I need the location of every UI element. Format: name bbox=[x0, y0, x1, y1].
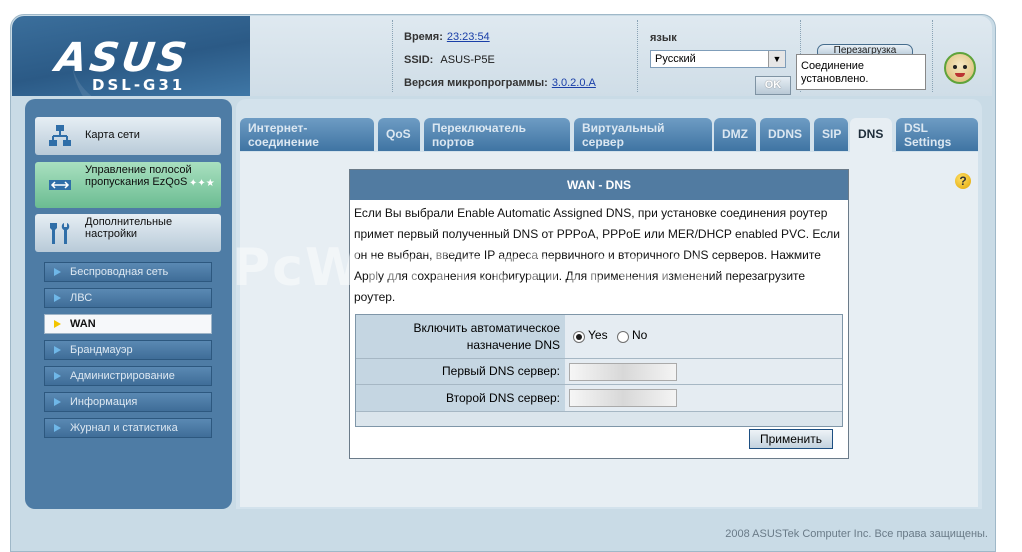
sidebar-item-firewall[interactable]: Брандмауэр bbox=[44, 340, 212, 360]
primary-dns-label: Первый DNS сервер: bbox=[356, 359, 565, 384]
sidebar-item-network-map[interactable]: Карта сети bbox=[35, 117, 221, 155]
header-divider bbox=[392, 20, 394, 92]
tab-internet[interactable]: Интернет-соединение bbox=[240, 118, 374, 151]
tab-dns[interactable]: DNS bbox=[850, 118, 892, 152]
secondary-dns-value bbox=[565, 385, 842, 411]
arrow-right-icon bbox=[54, 398, 61, 406]
sidebar-item-label: Информация bbox=[70, 396, 138, 408]
dialog-title: WAN - DNS bbox=[350, 170, 848, 200]
time-link[interactable]: 23:23:54 bbox=[447, 31, 490, 43]
auto-dns-value: Yes No bbox=[565, 315, 842, 358]
button-row bbox=[356, 412, 842, 426]
wan-dns-dialog: WAN - DNS Если Вы выбрали Enable Automat… bbox=[349, 169, 849, 459]
primary-dns-input[interactable] bbox=[569, 363, 677, 381]
auto-dns-yes-radio[interactable] bbox=[573, 331, 585, 343]
sidebar-item-label: Журнал и статистика bbox=[70, 422, 178, 434]
language-ok-button[interactable]: OK bbox=[755, 76, 791, 95]
tab-label: DSL Settings bbox=[904, 121, 952, 149]
tab-label: SIP bbox=[822, 127, 842, 141]
tab-sip[interactable]: SIP bbox=[814, 118, 848, 151]
tab-label: Виртуальный сервер bbox=[582, 121, 665, 149]
header-divider bbox=[637, 20, 639, 92]
secondary-dns-row: Второй DNS сервер: bbox=[356, 385, 842, 412]
ssid-value: ASUS-P5E bbox=[440, 54, 495, 66]
copyright-footer: 2008 ASUSTek Computer Inc. Все права защ… bbox=[725, 528, 988, 540]
sidebar-item-wireless[interactable]: Беспроводная сеть bbox=[44, 262, 212, 282]
help-icon[interactable]: ? bbox=[955, 173, 971, 189]
stars-icon: ✦✦★ bbox=[189, 178, 215, 189]
tools-icon bbox=[50, 223, 70, 244]
logo-area: ASUS DSL-G31 bbox=[12, 16, 250, 96]
language-select[interactable]: Русский ▼ bbox=[650, 50, 786, 68]
sidebar-item-ezqos[interactable]: Управление полосой пропускания EzQoS ✦✦★ bbox=[35, 162, 221, 208]
yes-label: Yes bbox=[588, 328, 608, 342]
time-info: Время: 23:23:54 bbox=[404, 31, 490, 43]
primary-dns-row: Первый DNS сервер: bbox=[356, 359, 842, 385]
arrow-right-icon bbox=[54, 320, 61, 328]
watermark: PcWinTech.com bbox=[232, 238, 712, 298]
language-label: язык bbox=[650, 32, 677, 44]
sidebar-item-information[interactable]: Информация bbox=[44, 392, 212, 412]
bandwidth-icon bbox=[49, 180, 71, 190]
firmware-link[interactable]: 3.0.2.0.A bbox=[552, 77, 596, 89]
model-name: DSL-G31 bbox=[92, 76, 186, 94]
sidebar-item-label: Администрирование bbox=[70, 370, 175, 382]
firmware-label: Версия микропрограммы: bbox=[404, 77, 548, 89]
sidebar-item-lan[interactable]: ЛВС bbox=[44, 288, 212, 308]
header-divider bbox=[932, 20, 934, 92]
sidebar-item-label: WAN bbox=[70, 318, 96, 330]
firmware-info: Версия микропрограммы: 3.0.2.0.A bbox=[404, 77, 596, 89]
auto-dns-label: Включить автоматическое назначение DNS bbox=[356, 315, 565, 358]
tab-virtual-server[interactable]: Виртуальный сервер bbox=[574, 118, 712, 151]
tab-label: DDNS bbox=[768, 127, 803, 141]
tab-bar: Интернет-соединение QoS Переключатель по… bbox=[240, 118, 978, 152]
sidebar-item-wan[interactable]: WAN bbox=[44, 314, 212, 334]
primary-dns-value bbox=[565, 359, 842, 384]
sidebar-item-label: ЛВС bbox=[70, 292, 93, 304]
arrow-right-icon bbox=[54, 346, 61, 354]
auto-dns-row: Включить автоматическое назначение DNS Y… bbox=[356, 315, 842, 359]
dropdown-arrow-icon[interactable]: ▼ bbox=[768, 51, 785, 67]
apply-button[interactable]: Применить bbox=[749, 429, 833, 449]
secondary-dns-input[interactable] bbox=[569, 389, 677, 407]
arrow-right-icon bbox=[54, 294, 61, 302]
sidebar-item-label: Брандмауэр bbox=[70, 344, 133, 356]
auto-dns-no-radio[interactable] bbox=[617, 331, 629, 343]
sidebar-item-administration[interactable]: Администрирование bbox=[44, 366, 212, 386]
status-tooltip: Соединение установлено. bbox=[796, 54, 926, 90]
dns-form: Включить автоматическое назначение DNS Y… bbox=[355, 314, 843, 427]
tab-label: Переключатель портов bbox=[432, 121, 527, 149]
no-label: No bbox=[632, 328, 648, 342]
tab-label: QoS bbox=[386, 127, 411, 141]
time-label: Время: bbox=[404, 31, 443, 43]
secondary-dns-label: Второй DNS сервер: bbox=[356, 385, 565, 411]
sidebar-item-label: Карта сети bbox=[85, 129, 140, 141]
tab-port-switch[interactable]: Переключатель портов bbox=[424, 118, 570, 151]
tab-ddns[interactable]: DDNS bbox=[760, 118, 810, 151]
tab-qos[interactable]: QoS bbox=[378, 118, 420, 151]
network-map-icon bbox=[49, 125, 71, 146]
sidebar-item-label: Дополнительные настройки bbox=[85, 216, 173, 240]
tab-label: DNS bbox=[858, 127, 884, 141]
arrow-right-icon bbox=[54, 424, 61, 432]
tab-dmz[interactable]: DMZ bbox=[714, 118, 756, 151]
arrow-right-icon bbox=[54, 268, 61, 276]
sidebar-item-label: Беспроводная сеть bbox=[70, 266, 169, 278]
sidebar-item-log[interactable]: Журнал и статистика bbox=[44, 418, 212, 438]
asus-logo: ASUS bbox=[52, 35, 193, 81]
language-selected: Русский bbox=[655, 53, 696, 65]
tab-label: Интернет-соединение bbox=[248, 121, 319, 149]
tab-label: DMZ bbox=[722, 127, 748, 141]
ssid-label: SSID: bbox=[404, 54, 434, 66]
tab-dsl-settings[interactable]: DSL Settings bbox=[896, 118, 978, 151]
sidebar-item-advanced[interactable]: Дополнительные настройки bbox=[35, 214, 221, 252]
ssid-info: SSID: ASUS-P5E bbox=[404, 54, 495, 66]
status-avatar-icon[interactable] bbox=[944, 52, 976, 84]
arrow-right-icon bbox=[54, 372, 61, 380]
